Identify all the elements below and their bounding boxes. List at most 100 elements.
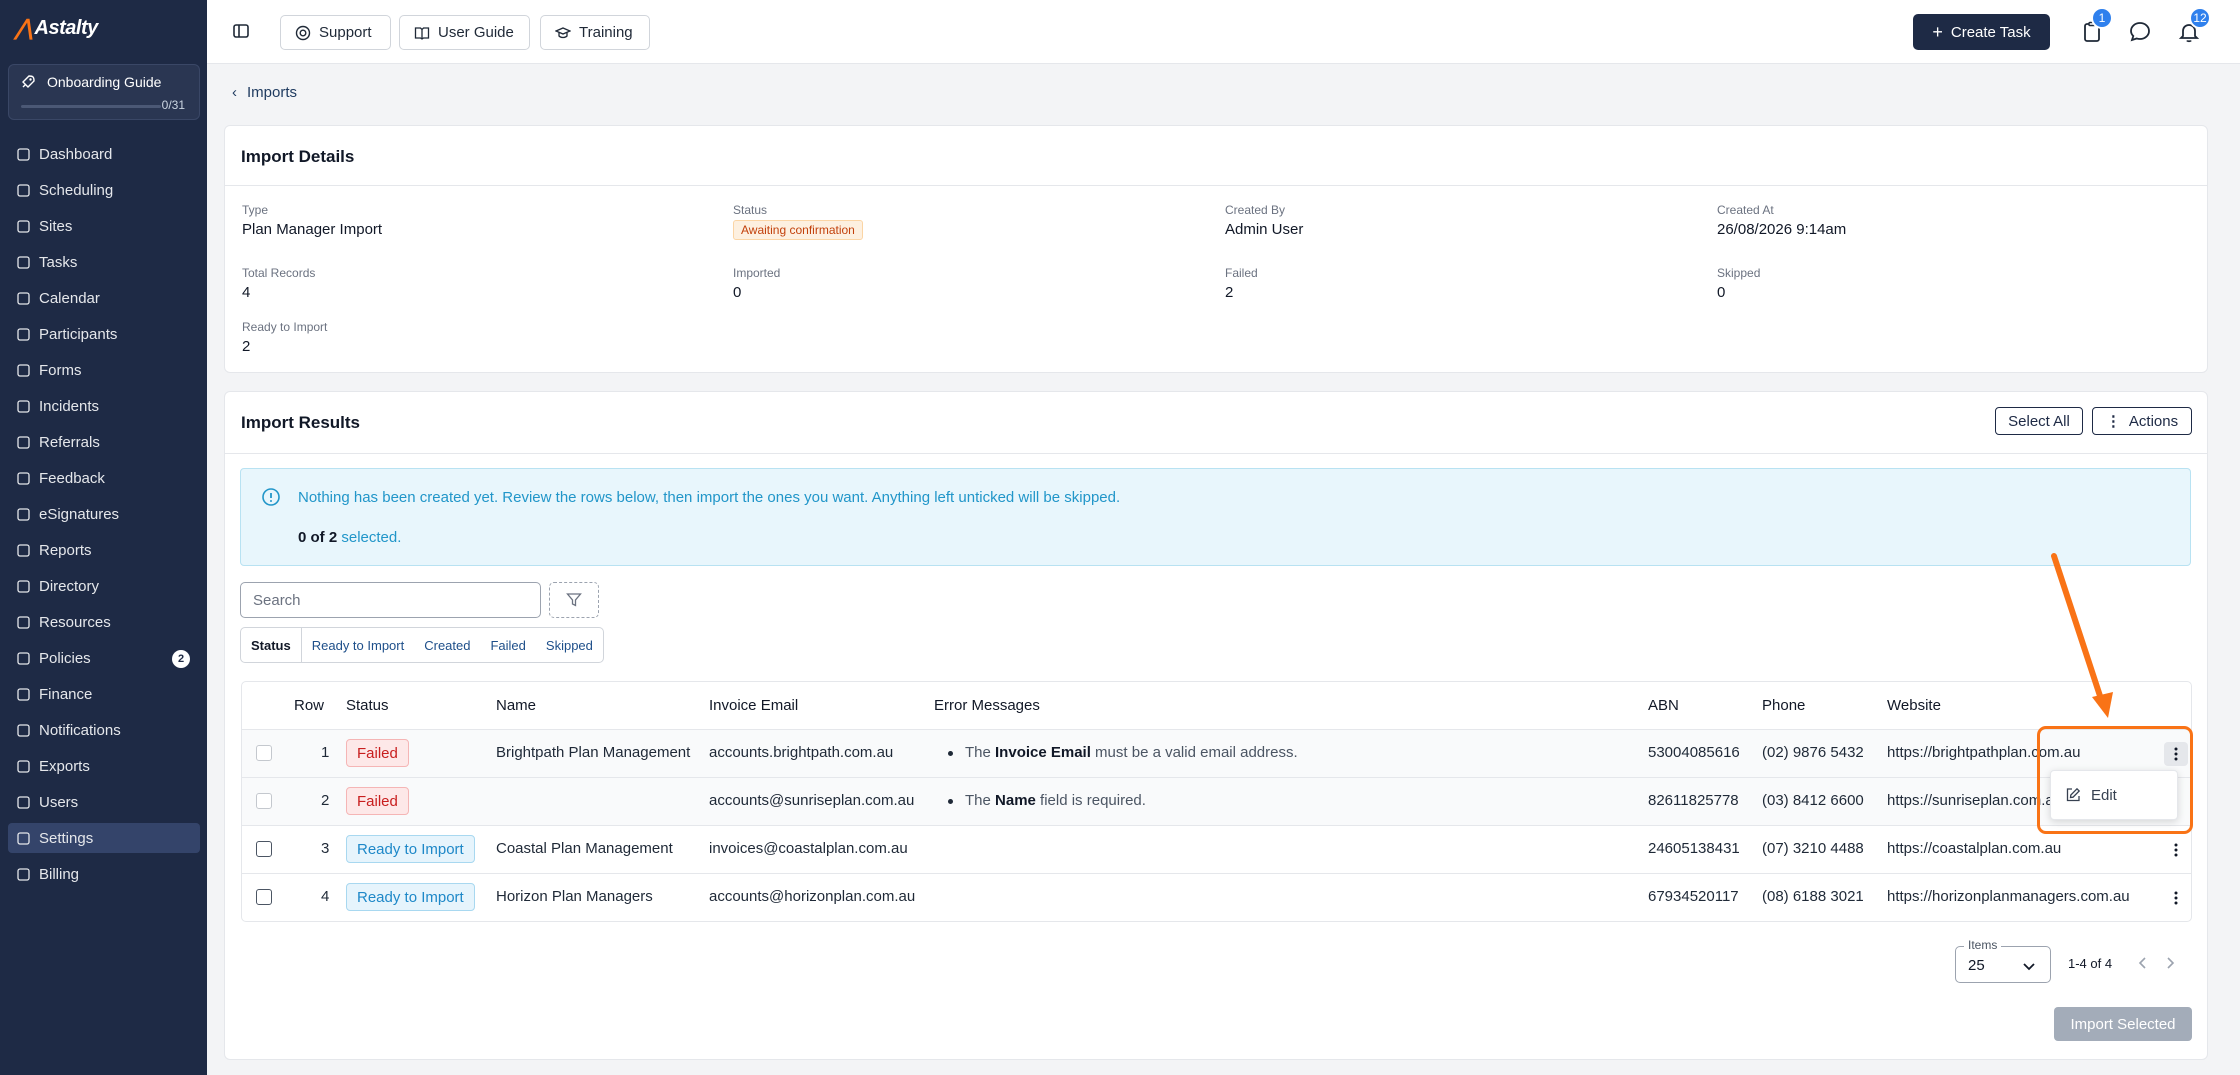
search-input[interactable]: Search: [240, 582, 541, 618]
sidebar-item-label: Resources: [39, 613, 111, 631]
prev-page-icon[interactable]: [2136, 956, 2150, 970]
sidebar-item-exports[interactable]: Exports: [8, 751, 200, 781]
dashboard-icon: [16, 147, 30, 161]
row-phone: (08) 6188 3021: [1762, 888, 1864, 905]
sidebar-item-notifications[interactable]: Notifications: [8, 715, 200, 745]
sidebar-item-dashboard[interactable]: Dashboard: [8, 139, 200, 169]
items-per-page-select[interactable]: Items 25: [1955, 938, 2051, 983]
filter-tab-skipped[interactable]: Skipped: [536, 627, 603, 663]
col-row: Row: [294, 697, 325, 714]
row-actions-kebab-icon[interactable]: [2164, 742, 2188, 766]
row-number: 2: [321, 792, 330, 809]
filter-tab-ready-to-import[interactable]: Ready to Import: [302, 627, 415, 663]
exports-icon: [16, 759, 30, 773]
sidebar-item-feedback[interactable]: Feedback: [8, 463, 200, 493]
selected-count-text: 0 of 2 selected.: [298, 529, 401, 546]
row-invoice-email: accounts@sunriseplan.com.au: [709, 792, 915, 809]
status-filter-tabs: Status Ready to Import Created Failed Skippe…: [240, 627, 604, 663]
sidebar-item-referrals[interactable]: Referrals: [8, 427, 200, 457]
sidebar-item-scheduling[interactable]: Scheduling: [8, 175, 200, 205]
breadcrumb-imports-link[interactable]: Imports: [247, 84, 297, 101]
settings-icon: [16, 831, 30, 845]
logo-mark-icon: ⋀: [15, 15, 33, 40]
row-checkbox[interactable]: [256, 841, 272, 857]
field-total-records: Total Records 4: [242, 266, 315, 301]
row-checkbox[interactable]: [256, 889, 272, 905]
total-records-value: 4: [242, 284, 251, 301]
row-actions-kebab-icon[interactable]: [2164, 838, 2188, 862]
col-phone: Phone: [1762, 697, 1806, 714]
sidebar-item-resources[interactable]: Resources: [8, 607, 200, 637]
sidebar-item-settings[interactable]: Settings: [8, 823, 200, 853]
row-actions-kebab-icon[interactable]: [2164, 886, 2188, 910]
row-website: https://sunriseplan.com.au: [1887, 792, 2063, 809]
import-selected-button[interactable]: Import Selected: [2054, 1007, 2192, 1041]
onboarding-progress-count: 0/31: [161, 98, 185, 112]
training-button[interactable]: Training: [540, 15, 650, 50]
sidebar-item-directory[interactable]: Directory: [8, 571, 200, 601]
filter-icon: [566, 593, 582, 607]
lifebuoy-icon: [295, 25, 311, 40]
create-task-button[interactable]: + Create Task: [1913, 14, 2050, 50]
select-all-button[interactable]: Select All: [1995, 407, 2083, 435]
status-badge: Ready to Import: [346, 835, 475, 863]
sidebar-item-label: Dashboard: [39, 145, 113, 163]
sidebar-item-users[interactable]: Users: [8, 787, 200, 817]
plus-icon: +: [1932, 22, 1943, 42]
actions-button[interactable]: ⋮ Actions: [2092, 407, 2192, 435]
col-invoice-email: Invoice Email: [709, 697, 799, 714]
row-name: Coastal Plan Management: [496, 840, 673, 857]
sidebar-toggle-icon[interactable]: [232, 22, 250, 40]
participants-icon: [16, 327, 30, 341]
row-action-menu[interactable]: Edit: [2050, 770, 2178, 820]
sidebar-item-tasks[interactable]: Tasks: [8, 247, 200, 277]
filter-tab-failed[interactable]: Failed: [480, 627, 535, 663]
support-button[interactable]: Support: [280, 15, 391, 50]
type-label: Type: [242, 203, 269, 217]
field-type: Type Plan Manager Import: [242, 203, 382, 238]
row-error-message: The Invoice Email must be a valid email …: [948, 744, 1298, 761]
filter-tab-created[interactable]: Created: [414, 627, 480, 663]
billing-icon: [16, 867, 30, 881]
filter-tab-status[interactable]: Status: [241, 627, 302, 663]
onboarding-title: Onboarding Guide: [47, 74, 162, 90]
sidebar-item-participants[interactable]: Participants: [8, 319, 200, 349]
app-logo[interactable]: ⋀ Astalty: [15, 15, 98, 41]
filter-button[interactable]: [549, 582, 599, 618]
sidebar-item-calendar[interactable]: Calendar: [8, 283, 200, 313]
row-name: Horizon Plan Managers: [496, 888, 653, 905]
imported-value: 0: [733, 284, 742, 301]
sidebar-item-policies[interactable]: Policies 2: [8, 643, 200, 673]
edit-menu-item[interactable]: Edit: [2091, 787, 2117, 804]
row-invoice-email: invoices@coastalplan.com.au: [709, 840, 908, 857]
sidebar-item-esignatures[interactable]: eSignatures: [8, 499, 200, 529]
chevron-left-icon: ‹: [232, 84, 237, 101]
imported-label: Imported: [733, 266, 781, 280]
chat-icon[interactable]: [2128, 20, 2152, 44]
import-results-title: Import Results: [241, 413, 361, 432]
sidebar-item-incidents[interactable]: Incidents: [8, 391, 200, 421]
failed-label: Failed: [1225, 266, 1258, 280]
table-row: 4 Ready to Import Horizon Plan Managers acc…: [242, 873, 2191, 921]
breadcrumb[interactable]: ‹ Imports: [232, 84, 297, 101]
edit-icon: [2066, 787, 2081, 802]
next-page-icon[interactable]: [2163, 956, 2177, 970]
status-badge: Awaiting confirmation: [733, 220, 863, 240]
sidebar-item-finance[interactable]: Finance: [8, 679, 200, 709]
sidebar-item-sites[interactable]: Sites: [8, 211, 200, 241]
user-guide-button[interactable]: User Guide: [399, 15, 530, 50]
sidebar-item-reports[interactable]: Reports: [8, 535, 200, 565]
field-status: Status Awaiting confirmation: [733, 203, 863, 240]
sidebar-item-billing[interactable]: Billing: [8, 859, 200, 889]
reports-icon: [16, 543, 30, 557]
row-abn: 82611825778: [1648, 792, 1739, 809]
sidebar-item-forms[interactable]: Forms: [8, 355, 200, 385]
sidebar-item-label: Reports: [39, 541, 92, 559]
row-website: https://coastalplan.com.au: [1887, 840, 2062, 857]
sites-icon: [16, 219, 30, 233]
col-error-messages: Error Messages: [934, 697, 1040, 714]
actions-label: Actions: [2128, 412, 2179, 430]
onboarding-guide-card[interactable]: Onboarding Guide 0/31: [8, 64, 200, 120]
calendar-icon: [16, 291, 30, 305]
info-icon: [262, 488, 280, 506]
